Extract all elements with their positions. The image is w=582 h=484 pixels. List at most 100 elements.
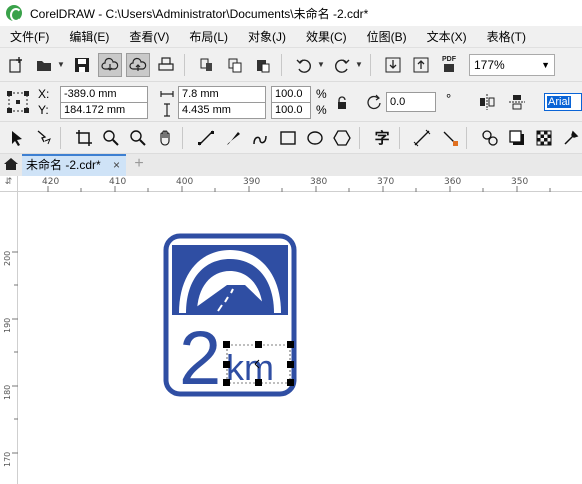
selection-handle-right[interactable] (287, 361, 294, 368)
open-folder-icon[interactable] (32, 53, 56, 77)
new-document-icon[interactable] (4, 53, 28, 77)
undo-dropdown-icon[interactable]: ▼ (316, 60, 326, 69)
publish-pdf-icon[interactable]: PDF (437, 53, 461, 77)
cut-icon[interactable] (195, 53, 219, 77)
standard-toolbar: ▼ ▼ ▼ PDF 177% ▼ (0, 48, 582, 82)
document-tab[interactable]: 未命名 -2.cdr* × (22, 154, 126, 176)
blend-tool-icon[interactable] (479, 127, 500, 149)
rotation-icon (367, 94, 381, 110)
coreldraw-app-icon (6, 5, 22, 22)
copy-icon[interactable] (223, 53, 247, 77)
export-icon[interactable] (409, 53, 433, 77)
hruler-tick-390: 390 (243, 177, 261, 187)
selection-handle-top-left[interactable] (223, 341, 230, 348)
rectangle-tool-icon[interactable] (277, 127, 298, 149)
import-icon[interactable] (381, 53, 405, 77)
zoom-level-value: 177% (474, 57, 505, 72)
object-width-field[interactable]: 7.8 mm (178, 86, 266, 103)
object-height-field[interactable]: 4.435 mm (178, 102, 266, 119)
tunnel-sign-drawing[interactable]: 2 km (19, 193, 582, 484)
y-position-field[interactable]: 184.172 mm (60, 102, 148, 119)
toolbar-separator (184, 53, 185, 76)
distance-unit[interactable]: km (226, 347, 274, 388)
degree-symbol: ° (446, 91, 452, 106)
smart-drawing-tool-icon[interactable] (250, 127, 271, 149)
text-tool-icon[interactable]: 字 (372, 127, 393, 149)
transparency-tool-icon[interactable] (534, 127, 555, 149)
property-bar: X: Y: -389.0 mm 184.172 mm 7.8 mm 4.435 … (0, 82, 582, 122)
selection-handle-top-right[interactable] (287, 341, 294, 348)
menu-effects[interactable]: 效果(C) (296, 26, 357, 48)
menu-bitmaps[interactable]: 位图(B) (357, 26, 417, 48)
redo-icon[interactable] (330, 53, 354, 77)
menu-object[interactable]: 对象(J) (238, 26, 296, 48)
drawing-canvas[interactable]: 2 km (19, 193, 582, 484)
menu-text[interactable]: 文本(X) (417, 26, 477, 48)
toolbox-separator (60, 126, 62, 149)
polygon-tool-icon[interactable] (331, 127, 352, 149)
paste-icon[interactable] (251, 53, 275, 77)
rotation-angle-field[interactable]: 0.0 (386, 92, 436, 112)
mirror-vertical-icon[interactable] (508, 93, 526, 111)
toolbox-separator (398, 126, 400, 149)
toolbox-separator (466, 126, 468, 149)
menu-table[interactable]: 表格(T) (477, 26, 536, 48)
pdf-label: PDF (442, 56, 456, 63)
zoom-level-select[interactable]: 177% ▼ (469, 53, 555, 76)
toolbox: 字 (0, 122, 582, 154)
hruler-tick-360: 360 (444, 177, 462, 187)
shape-tool-icon[interactable] (33, 127, 54, 149)
distance-number[interactable]: 2 (179, 316, 221, 401)
scale-y-field[interactable]: 100.0 (271, 102, 311, 119)
new-tab-icon[interactable]: + (130, 154, 148, 176)
selection-handle-bottom[interactable] (255, 379, 262, 386)
connector-tool-icon[interactable] (439, 127, 460, 149)
drop-shadow-tool-icon[interactable] (506, 127, 527, 149)
close-tab-icon[interactable]: × (113, 156, 120, 175)
horizontal-ruler[interactable]: 420 410 400 390 380 370 360 350 (18, 176, 582, 192)
selection-handle-bottom-right[interactable] (287, 379, 294, 386)
pick-tool-icon[interactable] (6, 127, 27, 149)
eyedropper-tool-icon[interactable] (561, 127, 582, 149)
vertical-ruler[interactable]: 200 190 180 170 (0, 192, 18, 484)
title-bar: CorelDRAW - C:\Users\Administrator\Docum… (0, 0, 582, 26)
height-icon (164, 103, 170, 117)
scale-x-field[interactable]: 100.0 (271, 86, 311, 103)
artistic-media-tool-icon[interactable] (222, 127, 243, 149)
vruler-tick-180: 180 (3, 384, 12, 400)
parallel-dimension-tool-icon[interactable] (412, 127, 433, 149)
zoom-out-tool-icon[interactable] (128, 127, 149, 149)
print-icon[interactable] (154, 53, 178, 77)
horizontal-ruler-ticks (47, 186, 551, 192)
menu-file[interactable]: 文件(F) (0, 26, 59, 48)
redo-dropdown-icon[interactable]: ▼ (354, 60, 364, 69)
document-tab-label: 未命名 -2.cdr* (26, 158, 101, 172)
x-position-field[interactable]: -389.0 mm (60, 86, 148, 103)
open-dropdown-icon[interactable]: ▼ (56, 60, 66, 69)
lock-ratio-icon[interactable] (336, 96, 348, 110)
selection-handle-left[interactable] (223, 361, 230, 368)
vruler-tick-190: 190 (3, 317, 12, 333)
zoom-dropdown-icon[interactable]: ▼ (541, 60, 550, 70)
selection-handle-bottom-left[interactable] (223, 379, 230, 386)
zoom-tool-icon[interactable] (101, 127, 122, 149)
cloud-upload-icon[interactable] (126, 52, 150, 77)
home-icon[interactable] (2, 156, 20, 174)
cloud-download-icon[interactable] (98, 52, 122, 77)
pan-tool-icon[interactable] (155, 127, 176, 149)
menu-edit[interactable]: 编辑(E) (59, 26, 119, 48)
save-icon[interactable] (70, 53, 94, 77)
document-tab-bar: 未命名 -2.cdr* × + (0, 154, 582, 176)
ruler-origin-corner[interactable]: ⇵ (0, 176, 18, 192)
menu-layout[interactable]: 布局(L) (179, 26, 238, 48)
toolbar-separator (370, 53, 371, 76)
crop-tool-icon[interactable] (73, 127, 94, 149)
selection-handle-top[interactable] (255, 341, 262, 348)
freehand-tool-icon[interactable] (195, 127, 216, 149)
font-name-field[interactable]: Arial (544, 93, 582, 111)
menu-view[interactable]: 查看(V) (119, 26, 179, 48)
ellipse-tool-icon[interactable] (304, 127, 325, 149)
object-origin-icon[interactable] (6, 90, 30, 114)
undo-icon[interactable] (292, 53, 316, 77)
mirror-horizontal-icon[interactable] (478, 93, 496, 111)
